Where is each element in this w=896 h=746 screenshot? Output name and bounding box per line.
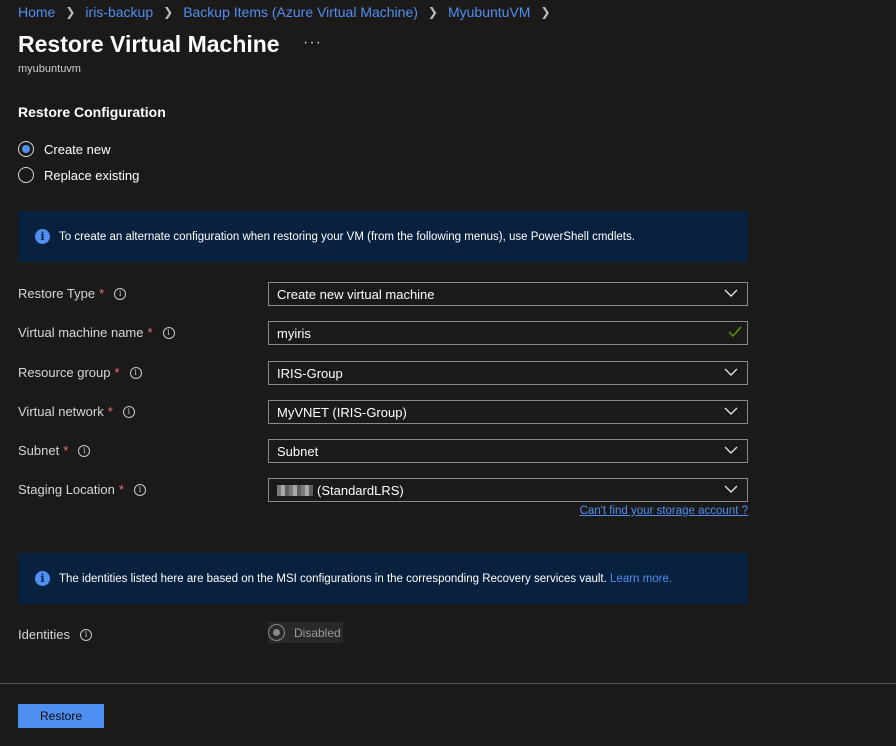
chevron-right-icon: ❯: [540, 5, 551, 19]
restore-type-label: Restore Type * i: [18, 286, 127, 301]
restore-type-dropdown[interactable]: Create new virtual machine: [268, 282, 748, 306]
identities-label-text: Identities: [18, 627, 71, 642]
redacted-storage-name: [277, 484, 313, 496]
restore-type-value: Create new virtual machine: [277, 286, 435, 302]
required-marker: *: [107, 404, 113, 419]
required-marker: *: [63, 443, 69, 458]
chevron-down-icon: [724, 407, 738, 415]
breadcrumb-home[interactable]: Home: [18, 4, 55, 20]
info-banner-powershell: i To create an alternate configuration w…: [18, 211, 748, 262]
info-circle-icon[interactable]: i: [122, 405, 135, 418]
required-marker: *: [118, 482, 124, 497]
resource-group-label: Resource group * i: [18, 365, 142, 380]
chevron-right-icon: ❯: [163, 5, 174, 19]
subnet-dropdown[interactable]: Subnet: [268, 439, 748, 463]
radio-unselected-icon[interactable]: [18, 167, 34, 183]
info-banner-text: To create an alternate configuration whe…: [59, 230, 635, 243]
info-circle-icon[interactable]: i: [114, 287, 127, 300]
resource-group-dropdown[interactable]: IRIS-Group: [268, 361, 748, 385]
info-circle-icon[interactable]: i: [162, 326, 175, 339]
page-subtitle: myubuntuvm: [18, 63, 81, 75]
vm-name-label-text: Virtual machine name: [18, 325, 144, 340]
breadcrumb: Home ❯ iris-backup ❯ Backup Items (Azure…: [18, 4, 561, 20]
info-circle-icon[interactable]: i: [78, 444, 91, 457]
virtual-network-dropdown[interactable]: MyVNET (IRIS-Group): [268, 400, 748, 424]
restore-configuration-heading: Restore Configuration: [18, 104, 166, 120]
identities-label: Identities i: [18, 627, 93, 642]
info-banner-identities-text: The identities listed here are based on …: [59, 573, 672, 585]
chevron-down-icon: [724, 289, 738, 297]
subnet-label: Subnet * i: [18, 443, 91, 458]
staging-location-label: Staging Location * i: [18, 482, 146, 497]
info-banner-identities: i The identities listed here are based o…: [18, 553, 748, 604]
virtual-network-label-text: Virtual network: [18, 404, 104, 419]
identities-info-text: The identities listed here are based on …: [59, 572, 607, 585]
vm-name-label: Virtual machine name * i: [18, 325, 175, 340]
cant-find-storage-link[interactable]: Can't find your storage account ?: [580, 505, 748, 517]
chevron-right-icon: ❯: [65, 5, 76, 19]
resource-group-value: IRIS-Group: [277, 365, 343, 381]
checkmark-icon: [728, 326, 742, 338]
radio-create-new-label: Create new: [44, 141, 111, 157]
footer-divider: [0, 683, 896, 684]
vm-name-input[interactable]: myiris: [268, 321, 748, 345]
radio-disabled-icon: [268, 624, 285, 641]
identities-value: Disabled: [294, 625, 341, 640]
resource-group-label-text: Resource group: [18, 365, 111, 380]
info-circle-icon[interactable]: i: [80, 628, 93, 641]
chevron-right-icon: ❯: [427, 5, 438, 19]
page-title: Restore Virtual Machine: [18, 31, 280, 57]
identities-disabled-radio: Disabled: [268, 622, 343, 643]
staging-location-label-text: Staging Location: [18, 482, 115, 497]
virtual-network-value: MyVNET (IRIS-Group): [277, 404, 407, 420]
info-circle-icon[interactable]: i: [129, 366, 142, 379]
chevron-down-icon: [724, 485, 738, 493]
required-marker: *: [147, 325, 153, 340]
info-icon: i: [35, 229, 50, 244]
staging-location-value: (StandardLRS): [317, 482, 404, 498]
radio-create-new[interactable]: Create new: [18, 141, 110, 157]
breadcrumb-backup-items[interactable]: Backup Items (Azure Virtual Machine): [183, 4, 418, 20]
vm-name-value: myiris: [277, 325, 311, 341]
chevron-down-icon: [724, 446, 738, 454]
more-options-button[interactable]: ···: [303, 34, 322, 52]
staging-location-dropdown[interactable]: (StandardLRS): [268, 478, 748, 502]
virtual-network-label: Virtual network * i: [18, 404, 135, 419]
radio-replace-existing[interactable]: Replace existing: [18, 167, 139, 183]
radio-selected-icon[interactable]: [18, 141, 34, 157]
required-marker: *: [99, 286, 105, 301]
breadcrumb-iris-backup[interactable]: iris-backup: [85, 4, 153, 20]
restore-type-label-text: Restore Type: [18, 286, 96, 301]
info-icon: i: [35, 571, 50, 586]
info-circle-icon[interactable]: i: [133, 483, 146, 496]
required-marker: *: [114, 365, 120, 380]
breadcrumb-vm[interactable]: MyubuntuVM: [448, 4, 530, 20]
chevron-down-icon: [724, 368, 738, 376]
subnet-label-text: Subnet: [18, 443, 60, 458]
learn-more-link[interactable]: Learn more.: [610, 573, 672, 585]
subnet-value: Subnet: [277, 443, 319, 459]
radio-replace-existing-label: Replace existing: [44, 167, 140, 183]
restore-button[interactable]: Restore: [18, 704, 104, 728]
